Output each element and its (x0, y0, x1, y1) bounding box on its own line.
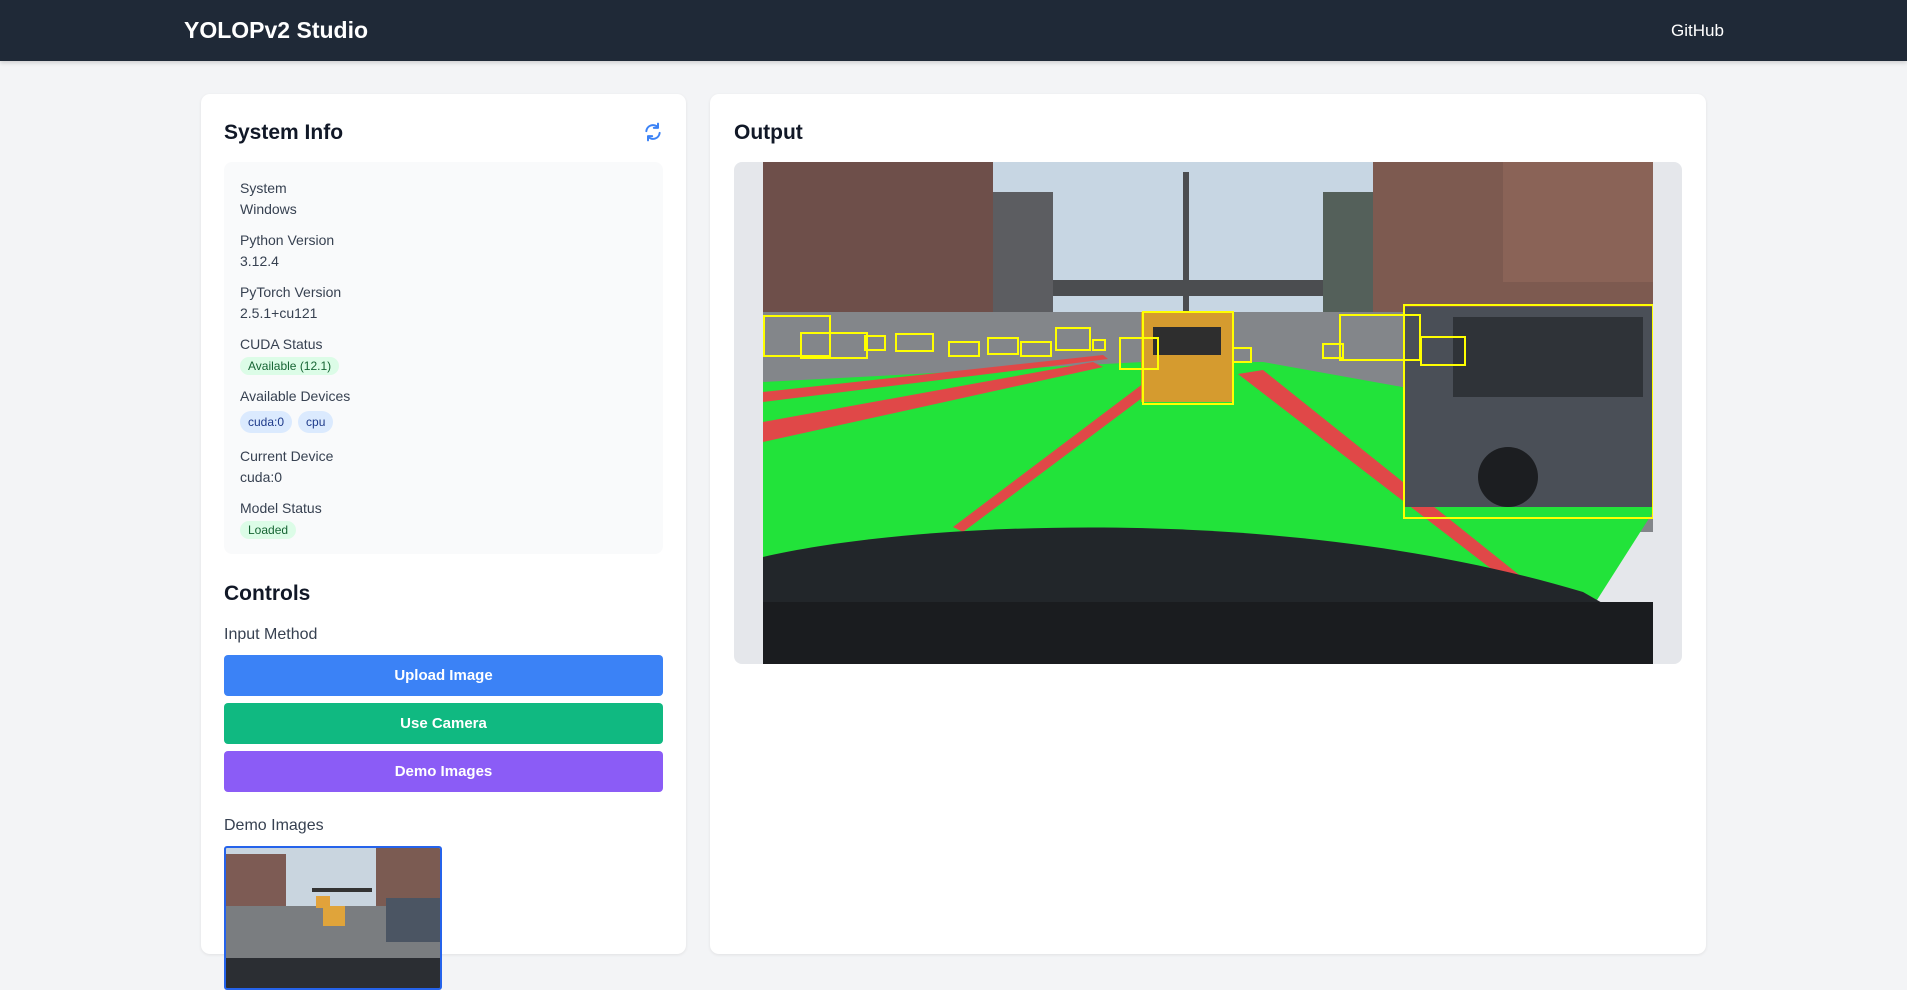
info-devices: Available Devices cuda:0 cpu (240, 388, 350, 433)
info-label: Model Status (240, 500, 322, 516)
system-info-title: System Info (224, 121, 344, 144)
cuda-status-badge: Available (12.1) (240, 357, 340, 375)
system-info-box: System Windows Python Version 3.12.4 PyT… (224, 162, 663, 554)
info-python: Python Version 3.12.4 (240, 232, 334, 270)
info-label: PyTorch Version (240, 284, 342, 300)
info-label: Available Devices (240, 388, 351, 404)
upload-image-button[interactable]: Upload Image (224, 655, 663, 696)
info-value: Windows (240, 201, 297, 217)
info-system: System Windows (240, 180, 297, 218)
info-value: 2.5.1+cu121 (240, 305, 318, 321)
info-pytorch: PyTorch Version 2.5.1+cu121 (240, 284, 341, 322)
info-value: 3.12.4 (240, 253, 279, 269)
device-chip: cpu (298, 411, 334, 433)
info-value: cuda:0 (240, 469, 283, 485)
demo-images-button[interactable]: Demo Images (224, 751, 663, 792)
sidebar-panel: System Info System Windows Python Versio… (201, 94, 686, 990)
device-chip: cuda:0 (240, 411, 293, 433)
output-title: Output (734, 121, 803, 144)
info-label: Python Version (240, 232, 335, 248)
demo-image-thumbnail[interactable] (224, 846, 442, 990)
input-method-label: Input Method (224, 626, 318, 643)
info-current-device: Current Device cuda:0 (240, 448, 333, 486)
output-panel: Output (710, 94, 1706, 954)
top-navbar: YOLOPv2 Studio GitHub (0, 0, 1907, 61)
info-model: Model Status Loaded (240, 500, 322, 539)
info-label: System (240, 180, 287, 196)
demo-images-label: Demo Images (224, 817, 324, 834)
controls-title: Controls (224, 582, 311, 605)
app-brand[interactable]: YOLOPv2 Studio (184, 17, 368, 44)
info-cuda: CUDA Status Available (12.1) (240, 336, 340, 375)
output-result-image (763, 162, 1653, 664)
demo-thumbnail-image (226, 848, 440, 988)
info-label: CUDA Status (240, 336, 323, 352)
model-status-badge: Loaded (240, 521, 297, 539)
use-camera-button[interactable]: Use Camera (224, 703, 663, 744)
output-frame (734, 162, 1682, 664)
refresh-icon[interactable] (643, 122, 663, 142)
github-link[interactable]: GitHub (1671, 21, 1724, 41)
info-label: Current Device (240, 448, 334, 464)
